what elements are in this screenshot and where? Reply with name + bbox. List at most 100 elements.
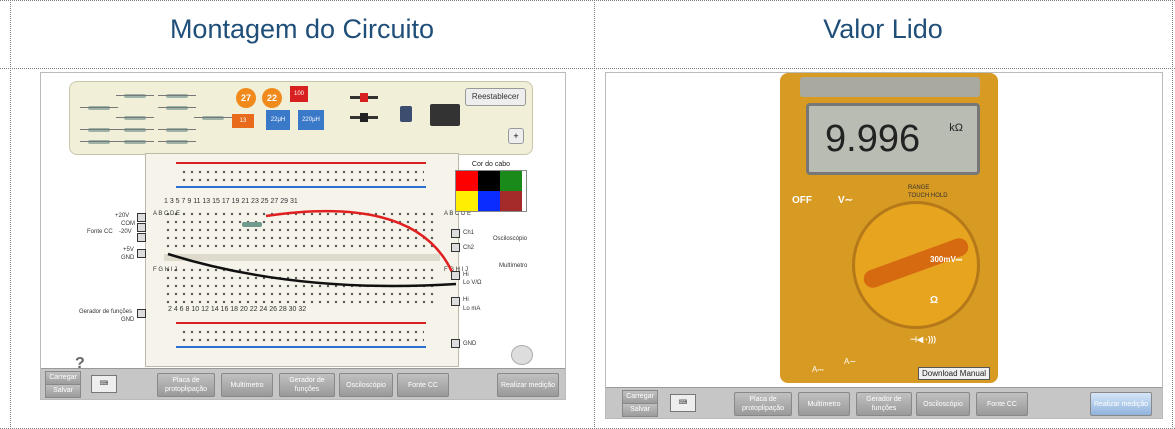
reset-button[interactable]: Reestablecer [464, 88, 526, 106]
keyboard-icon[interactable]: ⌨ [670, 394, 696, 412]
swatch-green[interactable] [500, 171, 522, 191]
power-terminal[interactable] [137, 223, 146, 232]
placed-resistor[interactable] [242, 222, 262, 227]
transistor-component[interactable] [400, 106, 412, 122]
load-button[interactable]: Carregar [45, 371, 81, 385]
mv-label: 300mV⎓ [930, 255, 963, 264]
function-generator-tab[interactable]: Gerador de funções [279, 373, 335, 397]
multimeter-body: 9.996 kΩ RANGE TOUCH HOLD OFF V∼ V⎓ 300m… [780, 73, 998, 383]
label-hi: Hi [463, 272, 469, 278]
color-swatches [455, 170, 527, 212]
resistor-component[interactable] [158, 106, 196, 110]
aac-label: A∼ [844, 357, 857, 366]
range-label: RANGE [908, 185, 930, 191]
label-5v: +5V [123, 247, 134, 253]
red-wire[interactable] [265, 209, 454, 273]
off-label: OFF [792, 195, 812, 206]
dc-source-tab[interactable]: Fonte CC [976, 392, 1028, 416]
capacitor-13[interactable]: 13 [232, 114, 254, 128]
download-manual-link[interactable]: Download Manual [918, 367, 991, 380]
resistor-component[interactable] [116, 140, 154, 144]
resistor-component[interactable] [80, 140, 118, 144]
scope-terminal[interactable] [451, 243, 460, 252]
diode-label: ⊣◀ ·))) [910, 335, 936, 344]
capacitor-22[interactable]: 22 [262, 88, 282, 108]
left-heading: Montagem do Circuito [169, 14, 435, 44]
capacitor-27[interactable]: 27 [236, 88, 256, 108]
function-generator-tab[interactable]: Gerador de funções [856, 392, 912, 416]
trash-icon[interactable] [511, 345, 533, 365]
grid-line-left [10, 0, 11, 429]
resistor-component[interactable] [158, 94, 196, 98]
right-heading: Valor Lido [823, 14, 943, 44]
keyboard-icon[interactable]: ⌨ [91, 375, 117, 393]
power-terminal[interactable] [137, 249, 146, 258]
multimeter-tab[interactable]: Multímetro [221, 373, 273, 397]
resistor-component[interactable] [116, 116, 154, 120]
rotary-selector[interactable] [852, 201, 980, 329]
breadboard-tab[interactable]: Placa de protoplipação [734, 392, 792, 416]
swatch-yellow[interactable] [456, 191, 478, 211]
generator-terminal[interactable] [137, 309, 146, 318]
grid-line-top [0, 0, 1175, 1]
resistor-component[interactable] [158, 140, 196, 144]
label-fonte-cc: Fonte CC [87, 229, 113, 235]
inductor-220uh[interactable]: 220μH [298, 110, 324, 130]
inductor-22uh[interactable]: 22μH [266, 110, 290, 130]
label-multimetro: Multímetro [499, 263, 528, 269]
resistor-component[interactable] [158, 128, 196, 132]
measure-button[interactable]: Realizar medição [497, 373, 559, 397]
slide: Montagem do Circuito Valor Lido 27 22 10… [0, 0, 1175, 429]
scope-terminal[interactable] [451, 229, 460, 238]
circuit-builder-app: 27 22 100 13 22μH 220μH Reestablecer + 1… [40, 72, 566, 400]
wire-color-palette: Cor do cabo [455, 161, 527, 212]
resistor-component[interactable] [116, 94, 154, 98]
grid-line-right [1172, 0, 1173, 429]
label-ch1: Ch1 [463, 230, 475, 236]
measure-button[interactable]: Realizar medição [1090, 392, 1152, 416]
label-lo-ma: Lo mA [463, 306, 481, 312]
touch-hold-label: TOUCH HOLD [908, 193, 948, 199]
lcd-display: 9.996 kΩ [806, 103, 980, 175]
resistor-component[interactable] [194, 116, 232, 120]
resistor-component[interactable] [116, 128, 154, 132]
power-terminal[interactable] [137, 213, 146, 222]
breadboard-tab[interactable]: Placa de protoplipação [157, 373, 215, 397]
oscilloscope-tab[interactable]: Osciloscópio [339, 373, 393, 397]
expand-tray-button[interactable]: + [508, 128, 524, 144]
multimeter-view: 9.996 kΩ RANGE TOUCH HOLD OFF V∼ V⎓ 300m… [605, 72, 1163, 419]
black-wire[interactable] [167, 252, 457, 288]
breadboard[interactable]: 1 3 5 7 9 11 13 15 17 19 21 23 25 27 29 … [145, 153, 471, 367]
swatch-red[interactable] [456, 171, 478, 191]
resistor-component[interactable] [80, 106, 118, 110]
swatch-brown[interactable] [500, 191, 522, 211]
save-button[interactable]: Salvar [622, 403, 658, 417]
power-terminal[interactable] [137, 233, 146, 242]
capacitor-100[interactable]: 100 [290, 86, 308, 102]
component-tray: 27 22 100 13 22μH 220μH Reestablecer + [69, 81, 533, 155]
multimeter-tab[interactable]: Multímetro [798, 392, 850, 416]
label-osciloscopio: Osciloscópio [493, 236, 528, 242]
load-button[interactable]: Carregar [622, 390, 658, 404]
label-hi-ma: Hi [463, 297, 469, 303]
swatch-black[interactable] [478, 171, 500, 191]
resistor-component[interactable] [80, 128, 118, 132]
meter-terminal[interactable] [451, 297, 460, 306]
adc-label: A⎓ [812, 365, 824, 374]
dc-source-tab[interactable]: Fonte CC [397, 373, 449, 397]
label-gerador: Gerador de funções [79, 309, 133, 315]
label-lo-vohm: Lo V/Ω [463, 280, 482, 286]
diode-component[interactable] [350, 113, 378, 122]
label-com: COM [121, 221, 135, 227]
diode-component[interactable] [350, 93, 378, 102]
label-gnd-left: GND [121, 255, 135, 261]
label-20v: +20V [115, 213, 130, 219]
swatch-blue[interactable] [478, 191, 500, 211]
oscilloscope-tab[interactable]: Osciloscópio [916, 392, 970, 416]
save-button[interactable]: Salvar [45, 384, 81, 398]
meter-top-strip [800, 77, 980, 97]
ic-chip-component[interactable] [430, 104, 460, 126]
label-ch2: Ch2 [463, 245, 475, 251]
ground-terminal[interactable] [451, 339, 460, 348]
meter-terminal[interactable] [451, 271, 460, 280]
